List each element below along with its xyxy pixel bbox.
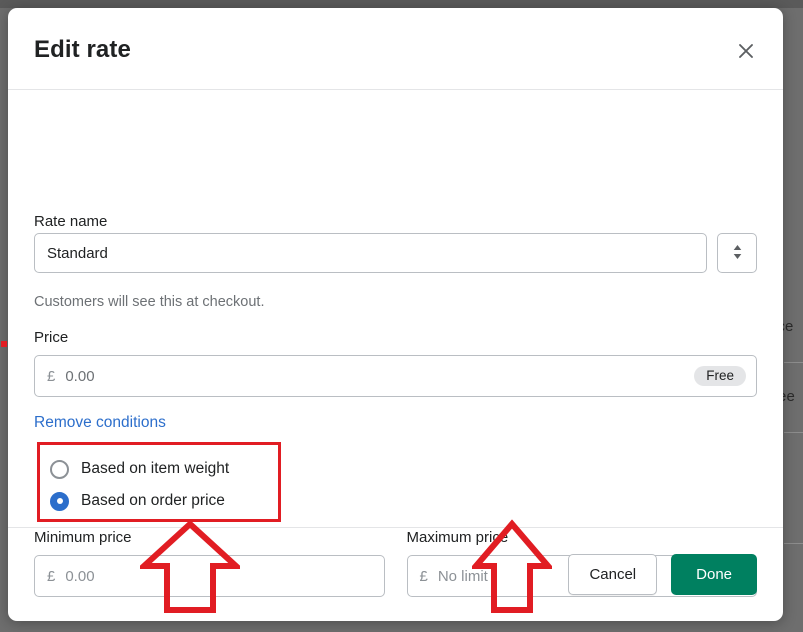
radio-label: Based on order price xyxy=(81,492,225,509)
rate-name-row xyxy=(34,233,757,273)
modal-body: Rate name Customers will see this at che… xyxy=(8,90,783,597)
status-badge: Free xyxy=(694,365,746,387)
backdrop-divider xyxy=(784,543,803,544)
radio-label: Based on item weight xyxy=(81,460,230,477)
page-title: Edit rate xyxy=(34,36,131,63)
rate-name-input[interactable] xyxy=(34,233,708,273)
remove-conditions-link[interactable]: Remove conditions xyxy=(34,414,166,432)
modal-footer: Cancel Done xyxy=(8,527,783,621)
annotation-dot xyxy=(1,341,7,347)
radio-based-on-item-weight[interactable]: Based on item weight xyxy=(50,453,278,485)
radio-based-on-order-price[interactable]: Based on order price xyxy=(50,485,278,517)
radio-circle-selected-icon xyxy=(50,491,69,511)
backdrop-divider xyxy=(784,362,803,363)
stepper-up-down-icon xyxy=(732,243,743,264)
price-field[interactable]: £ Free xyxy=(34,355,757,397)
done-button[interactable]: Done xyxy=(671,554,757,595)
backdrop-divider xyxy=(784,432,803,433)
price-label: Price xyxy=(34,329,69,346)
rate-name-stepper[interactable] xyxy=(717,233,757,273)
radio-circle-icon xyxy=(50,459,69,479)
rate-name-label: Rate name xyxy=(34,213,108,230)
close-icon xyxy=(736,41,756,61)
cancel-button[interactable]: Cancel xyxy=(568,554,658,595)
rate-name-help-text: Customers will see this at checkout. xyxy=(34,294,265,310)
modal-header: Edit rate xyxy=(8,8,783,90)
condition-radio-group: Based on item weight Based on order pric… xyxy=(37,442,281,522)
edit-rate-modal: Edit rate Rate name Custom xyxy=(8,8,783,621)
close-button[interactable] xyxy=(729,34,763,68)
backdrop-top-band xyxy=(0,0,803,8)
currency-symbol-icon: £ xyxy=(47,367,56,385)
price-input[interactable] xyxy=(65,367,695,385)
